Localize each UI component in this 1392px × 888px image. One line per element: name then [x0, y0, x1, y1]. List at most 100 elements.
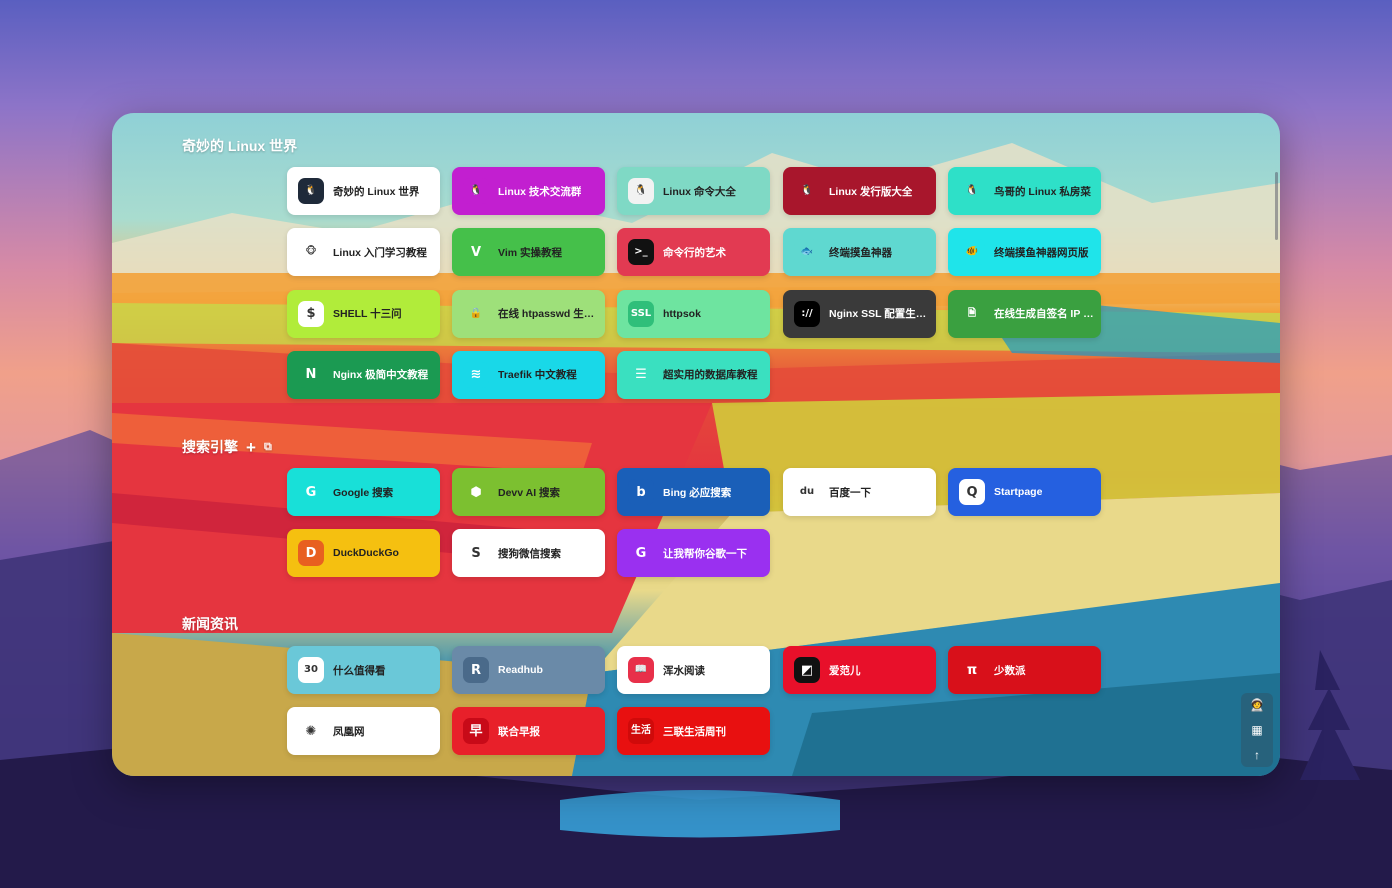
bookmark-card[interactable]: 早联合早报 [452, 707, 605, 756]
fish-icon: 🐟 [794, 239, 820, 266]
bookmark-label: SHELL 十三问 [333, 308, 402, 321]
bookmark-label: 让我帮你谷歌一下 [663, 547, 747, 560]
section-title: 搜索引擎 + ⧉ [182, 437, 272, 457]
bookmark-card[interactable]: 🐟 终端摸鱼神器 [783, 228, 936, 277]
duck-icon: D [298, 540, 324, 567]
bookmark-card[interactable]: 🐵 Linux 入门学习教程 [287, 228, 440, 277]
bookmark-card[interactable]: N Nginx 极简中文教程 [287, 350, 440, 399]
penguin-icon: 🐧 [463, 178, 489, 204]
bookmark-label: 终端摸鱼神器网页版 [994, 246, 1089, 259]
bookmark-label: 终端摸鱼神器 [829, 246, 892, 259]
bookmark-label: 少数派 [994, 664, 1026, 677]
side-toolbar: 🧑‍🚀 ▦ ↑ [1241, 693, 1273, 767]
google-icon: G [298, 479, 324, 505]
bookmark-label: Readhub [498, 664, 543, 676]
bookmark-card[interactable]: 生活 三联生活周刊 [617, 707, 770, 756]
bookmark-card[interactable]: 🐧 奇妙的 Linux 世界 [287, 167, 440, 215]
google-icon: G [628, 540, 654, 567]
bookmark-card[interactable]: du 百度一下 [783, 468, 936, 516]
bookmark-label: Linux 命令大全 [663, 185, 736, 198]
bookmark-label: 百度一下 [829, 486, 871, 499]
section-title: 新闻资讯 [182, 614, 238, 634]
bookmark-label: 浑水阅读 [663, 664, 705, 677]
scrollbar-thumb[interactable] [1275, 172, 1278, 240]
bookmark-card[interactable]: R Readhub [452, 646, 605, 694]
bookmark-label: 鸟哥的 Linux 私房菜 [994, 185, 1091, 198]
readhub-icon: R [463, 657, 489, 683]
bookmark-card[interactable]: 🐠 终端摸鱼神器网页版 [948, 228, 1101, 277]
bookmark-label: Startpage [994, 486, 1043, 498]
bookmark-label: 奇妙的 Linux 世界 [333, 185, 420, 198]
bookmark-card[interactable]: V Vim 实操教程 [452, 228, 605, 277]
bookmark-card[interactable]: :// Nginx SSL 配置生成器 [783, 289, 936, 338]
baidu-paw-icon: du [794, 479, 820, 505]
bookmark-card[interactable]: ◩ 爱范儿 [783, 646, 936, 694]
bookmark-card[interactable]: S 搜狗微信搜索 [452, 529, 605, 578]
bookmark-label: Linux 技术交流群 [498, 185, 582, 198]
bookmark-label: Nginx SSL 配置生成器 [829, 308, 929, 321]
select-icon[interactable]: ⧉ [264, 441, 272, 454]
bookmark-card[interactable]: D DuckDuckGo [287, 529, 440, 578]
theme-icon[interactable]: 🧑‍🚀 [1250, 699, 1265, 711]
bookmark-label: Linux 发行版大全 [829, 185, 913, 198]
bookmark-card[interactable]: 🐧 Linux 命令大全 [617, 167, 770, 215]
bookmark-label: 什么值得看 [333, 664, 386, 677]
bookmark-label: 三联生活周刊 [663, 725, 726, 738]
section-title-text: 奇妙的 Linux 世界 [182, 138, 298, 154]
ssl-config-icon: :// [794, 300, 820, 327]
ifanr-icon: ◩ [794, 657, 820, 683]
nginx-icon: N [298, 361, 324, 388]
sanlian-icon: 生活 [628, 718, 654, 745]
penguin-icon: 🐧 [628, 178, 654, 204]
section-title-text: 搜索引擎 [182, 439, 238, 455]
bookmark-card[interactable]: Q Startpage [948, 468, 1101, 516]
bookmark-card[interactable]: >_ 命令行的艺术 [617, 228, 770, 277]
penguin-icon: 🐧 [298, 178, 324, 204]
lock-icon: 🔒 [463, 300, 489, 327]
bookmark-label: 爱范儿 [829, 664, 861, 677]
bookmark-card[interactable]: ≋ Traefik 中文教程 [452, 350, 605, 399]
shell-cube-icon: $ [298, 300, 324, 327]
grid-icon[interactable]: ▦ [1251, 724, 1262, 736]
bookmark-label: Google 搜索 [333, 486, 394, 499]
startpage-icon: Q [959, 479, 985, 505]
vim-icon: V [463, 239, 489, 266]
penguin-icon: 🐧 [959, 178, 985, 204]
penguin-icon: 🐧 [794, 178, 820, 204]
bookmark-card[interactable]: G 让我帮你谷歌一下 [617, 529, 770, 578]
bookmark-label: DuckDuckGo [333, 547, 399, 560]
database-icon: ☰ [628, 361, 654, 388]
bookmark-card[interactable]: π 少数派 [948, 646, 1101, 694]
bookmark-card[interactable]: 🔒 在线 htpasswd 生成器 [452, 289, 605, 338]
bookmark-card[interactable]: ☰ 超实用的数据库教程 [617, 350, 770, 399]
bookmark-card[interactable]: b Bing 必应搜索 [617, 468, 770, 516]
bookmark-card[interactable]: 🐧 鸟哥的 Linux 私房菜 [948, 167, 1101, 215]
bookmark-card[interactable]: $ SHELL 十三问 [287, 289, 440, 338]
book-icon: 📖 [628, 657, 654, 683]
bookmark-label: 在线生成自签名 IP 证书 [994, 308, 1094, 321]
monkey-icon: 🐵 [298, 239, 324, 266]
number-30-icon: 30 [298, 657, 324, 683]
bookmark-label: 搜狗微信搜索 [498, 547, 561, 560]
add-icon[interactable]: + [246, 439, 256, 456]
sogou-icon: S [463, 540, 489, 567]
bookmark-label: Traefik 中文教程 [498, 369, 577, 382]
bookmark-label: Bing 必应搜索 [663, 486, 732, 499]
back-to-top-icon[interactable]: ↑ [1254, 749, 1260, 761]
ssl-shield-icon: SSL [628, 300, 654, 327]
bookmark-card[interactable]: 🐧 Linux 发行版大全 [783, 167, 936, 215]
bookmark-card[interactable]: G Google 搜索 [287, 468, 440, 516]
section-title-text: 新闻资讯 [182, 616, 238, 632]
bookmark-card[interactable]: ✺ 凤凰网 [287, 707, 440, 756]
bookmark-card[interactable]: SSL httpsok [617, 289, 770, 338]
bookmark-card[interactable]: 📖 浑水阅读 [617, 646, 770, 694]
bookmark-card[interactable]: 🗎 在线生成自签名 IP 证书 [948, 289, 1101, 338]
pi-icon: π [959, 657, 985, 683]
bookmark-card[interactable]: 🐧 Linux 技术交流群 [452, 167, 605, 215]
bookmark-label: 凤凰网 [333, 725, 365, 738]
bookmark-card[interactable]: ⬢ Devv AI 搜索 [452, 468, 605, 516]
bookmark-label: httpsok [663, 307, 701, 320]
bookmark-label: Linux 入门学习教程 [333, 246, 427, 259]
bookmark-card[interactable]: 30 什么值得看 [287, 646, 440, 694]
section-title: 奇妙的 Linux 世界 [182, 136, 297, 156]
